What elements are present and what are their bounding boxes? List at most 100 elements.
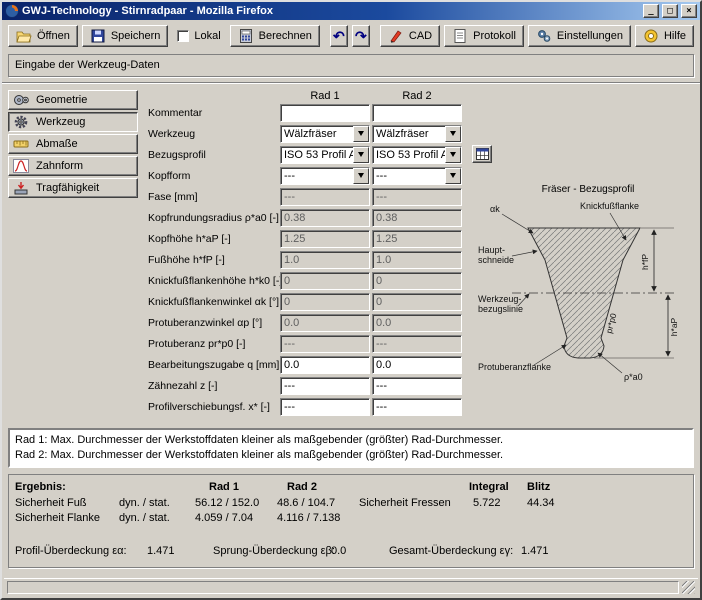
- zaehnezahl-rad2-input[interactable]: [372, 377, 462, 395]
- protuberanz-rad2-input: [372, 335, 462, 353]
- open-folder-icon: [16, 28, 32, 44]
- form-row-kopfform: Kopfform --- ---: [148, 165, 462, 186]
- sidebar-item-tragfaehigkeit[interactable]: Tragfähigkeit: [8, 178, 138, 198]
- form-row-fase: Fase [mm]: [148, 186, 462, 207]
- knickfussflankenhoehe-rad1-input: [280, 272, 370, 290]
- fressen-integral-value: 5.722: [473, 497, 501, 509]
- kopfhoehe-rad1-input: [280, 230, 370, 248]
- form-row-fusshoehe: Fußhöhe h*fP [-]: [148, 249, 462, 270]
- profil-ueberdeckung-value: 1.471: [147, 545, 175, 557]
- window-title: GWJ-Technology - Stirnradpaar - Mozilla …: [22, 5, 640, 17]
- gesamt-ueberdeckung-label: Gesamt-Überdeckung εγ:: [389, 545, 513, 557]
- diagram-label-knickfussflanke: Knickfußflanke: [580, 201, 639, 211]
- page-banner: Eingabe der Werkzeug-Daten: [8, 54, 694, 77]
- bearbeitungszugabe-rad1-input[interactable]: [280, 356, 370, 374]
- form-label: Protuberanzwinkel αp [°]: [148, 317, 278, 329]
- protuberanzwinkel-rad1-input: [280, 314, 370, 332]
- fressen-blitz-value: 44.34: [527, 497, 555, 509]
- local-checkbox[interactable]: [177, 30, 189, 42]
- open-button[interactable]: Öffnen: [8, 25, 78, 47]
- cad-label: CAD: [409, 30, 432, 42]
- undo-arrow-icon: ↶: [333, 29, 345, 43]
- close-button[interactable]: ×: [681, 4, 697, 18]
- save-button[interactable]: Speichern: [82, 25, 169, 47]
- form-row-profilverschiebung: Profilverschiebungsf. x* [-]: [148, 396, 462, 417]
- sidebar-item-abmasse[interactable]: Abmaße: [8, 134, 138, 154]
- help-button[interactable]: Hilfe: [635, 25, 694, 47]
- selected-value: Wälzfräser: [373, 126, 445, 142]
- form-row-bearbeitungszugabe: Bearbeitungszugabe q [mm]: [148, 354, 462, 375]
- form-label: Kopfform: [148, 170, 278, 182]
- open-label: Öffnen: [37, 30, 70, 42]
- chevron-down-icon[interactable]: [445, 147, 461, 163]
- maximize-button[interactable]: □: [662, 4, 678, 18]
- help-ring-icon: [643, 28, 659, 44]
- bezugsprofil-rad1-select[interactable]: ISO 53 Profil A: [280, 146, 370, 164]
- kommentar-rad2-input[interactable]: [372, 104, 462, 122]
- form-label: Fase [mm]: [148, 191, 278, 203]
- sidebar-item-werkzeug[interactable]: Werkzeug: [8, 112, 138, 132]
- fase-rad2-input: [372, 188, 462, 206]
- diagram-label-alpha-k: αk: [490, 204, 500, 214]
- selected-value: ISO 53 Profil A: [373, 147, 445, 163]
- form-row-knickfussflankenhoehe: Knickfußflankenhöhe h*k0 [-]: [148, 270, 462, 291]
- settings-button[interactable]: Einstellungen: [528, 25, 631, 47]
- sidebar-label: Geometrie: [36, 94, 87, 106]
- kopfform-rad2-select[interactable]: ---: [372, 167, 462, 185]
- sprung-ueberdeckung-value: 0.0: [331, 545, 346, 557]
- selected-value: Wälzfräser: [281, 126, 353, 142]
- undo-button[interactable]: ↶: [330, 25, 348, 47]
- status-bar: [4, 578, 698, 596]
- werkzeug-form: Rad 1 Rad 2 Kommentar Werkzeug Wälzfräse…: [148, 86, 462, 417]
- zaehnezahl-rad1-input[interactable]: [280, 377, 370, 395]
- form-label: Zähnezahl z [-]: [148, 380, 278, 392]
- redo-button[interactable]: ↷: [352, 25, 370, 47]
- hob-profile-drawing: αk Knickfußflanke Haupt- schneide Werkze…: [476, 196, 698, 386]
- results-col-rad2: Rad 2: [287, 481, 317, 493]
- form-label: Fußhöhe h*fP [-]: [148, 254, 278, 266]
- profilverschiebung-rad2-input[interactable]: [372, 398, 462, 416]
- sidebar-label: Tragfähigkeit: [36, 182, 99, 194]
- form-label: Kopfhöhe h*aP [-]: [148, 233, 278, 245]
- main-content: Geometrie Werkzeug Abmaße: [2, 84, 700, 582]
- diagram-label-hfp: h*fP: [640, 254, 650, 270]
- bezugsprofil-table-button[interactable]: [472, 145, 492, 163]
- chevron-down-icon[interactable]: [445, 126, 461, 142]
- werkzeug-rad2-select[interactable]: Wälzfräser: [372, 125, 462, 143]
- results-col-integral: Integral: [469, 481, 509, 493]
- kommentar-rad1-input[interactable]: [280, 104, 370, 122]
- knickfussflankenwinkel-rad1-input: [280, 293, 370, 311]
- reference-profile-diagram: Fräser - Bezugsprofil: [476, 184, 700, 389]
- results-title: Ergebnis:: [15, 481, 66, 493]
- fusshoehe-rad2-input: [372, 251, 462, 269]
- selected-value: ISO 53 Profil A: [281, 147, 353, 163]
- chevron-down-icon[interactable]: [353, 168, 369, 184]
- chevron-down-icon[interactable]: [353, 147, 369, 163]
- form-row-protuberanz: Protuberanz pr*p0 [-]: [148, 333, 462, 354]
- protuberanzwinkel-rad2-input: [372, 314, 462, 332]
- diagram-label-hauptschneide-2: schneide: [478, 255, 514, 265]
- profilverschiebung-rad1-input[interactable]: [280, 398, 370, 416]
- cad-button[interactable]: CAD: [380, 25, 440, 47]
- chevron-down-icon[interactable]: [445, 168, 461, 184]
- load-arrow-icon: [13, 181, 29, 195]
- results-col-blitz: Blitz: [527, 481, 550, 493]
- flanke-rad2-value: 4.116 / 7.138: [277, 512, 340, 524]
- resize-grip[interactable]: [682, 581, 695, 594]
- sidebar-label: Werkzeug: [36, 116, 85, 128]
- bearbeitungszugabe-rad2-input[interactable]: [372, 356, 462, 374]
- selected-value: ---: [281, 168, 353, 184]
- chevron-down-icon[interactable]: [353, 126, 369, 142]
- sidebar-item-geometrie[interactable]: Geometrie: [8, 90, 138, 110]
- calculate-button[interactable]: Berechnen: [230, 25, 320, 47]
- sidebar-item-zahnform[interactable]: Zahnform: [8, 156, 138, 176]
- tool-gear-icon: [13, 115, 29, 129]
- form-row-zaehnezahl: Zähnezahl z [-]: [148, 375, 462, 396]
- calculate-label: Berechnen: [259, 30, 312, 42]
- werkzeug-rad1-select[interactable]: Wälzfräser: [280, 125, 370, 143]
- fressen-label: Sicherheit Fressen: [359, 497, 451, 509]
- minimize-button[interactable]: _: [643, 4, 659, 18]
- bezugsprofil-rad2-select[interactable]: ISO 53 Profil A: [372, 146, 462, 164]
- protocol-button[interactable]: Protokoll: [444, 25, 524, 47]
- kopfform-rad1-select[interactable]: ---: [280, 167, 370, 185]
